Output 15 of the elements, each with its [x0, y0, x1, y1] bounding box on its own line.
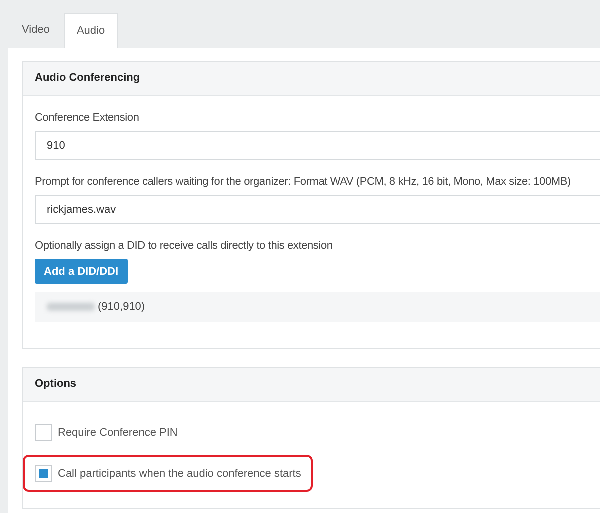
- checkbox[interactable]: [35, 465, 52, 482]
- field-label: Prompt for conference callers waiting for the organizer: Format WAV (PCM, 8 kHz, 16 bit, Mono, Max size: 100MB): [35, 175, 572, 190]
- checkbox[interactable]: [35, 424, 52, 441]
- option-label: Call participants when the audio conference starts: [58, 468, 302, 480]
- section-title: Options: [23, 368, 600, 402]
- input-field[interactable]: rickjames.wav: [35, 195, 600, 224]
- field-label: Conference Extension: [35, 111, 140, 126]
- did-extensions: (910,910): [98, 301, 146, 313]
- option-label: Require Conference PIN: [58, 426, 178, 438]
- tab[interactable]: Audio: [64, 13, 118, 48]
- section-title: Audio Conferencing: [23, 62, 600, 96]
- tab[interactable]: Video: [10, 13, 62, 47]
- hint-text: Optionally assign a DID to receive calls directly to this extension: [35, 239, 334, 254]
- add-did-button[interactable]: Add a DID/DDI: [35, 259, 128, 284]
- input-field[interactable]: 910: [35, 131, 600, 160]
